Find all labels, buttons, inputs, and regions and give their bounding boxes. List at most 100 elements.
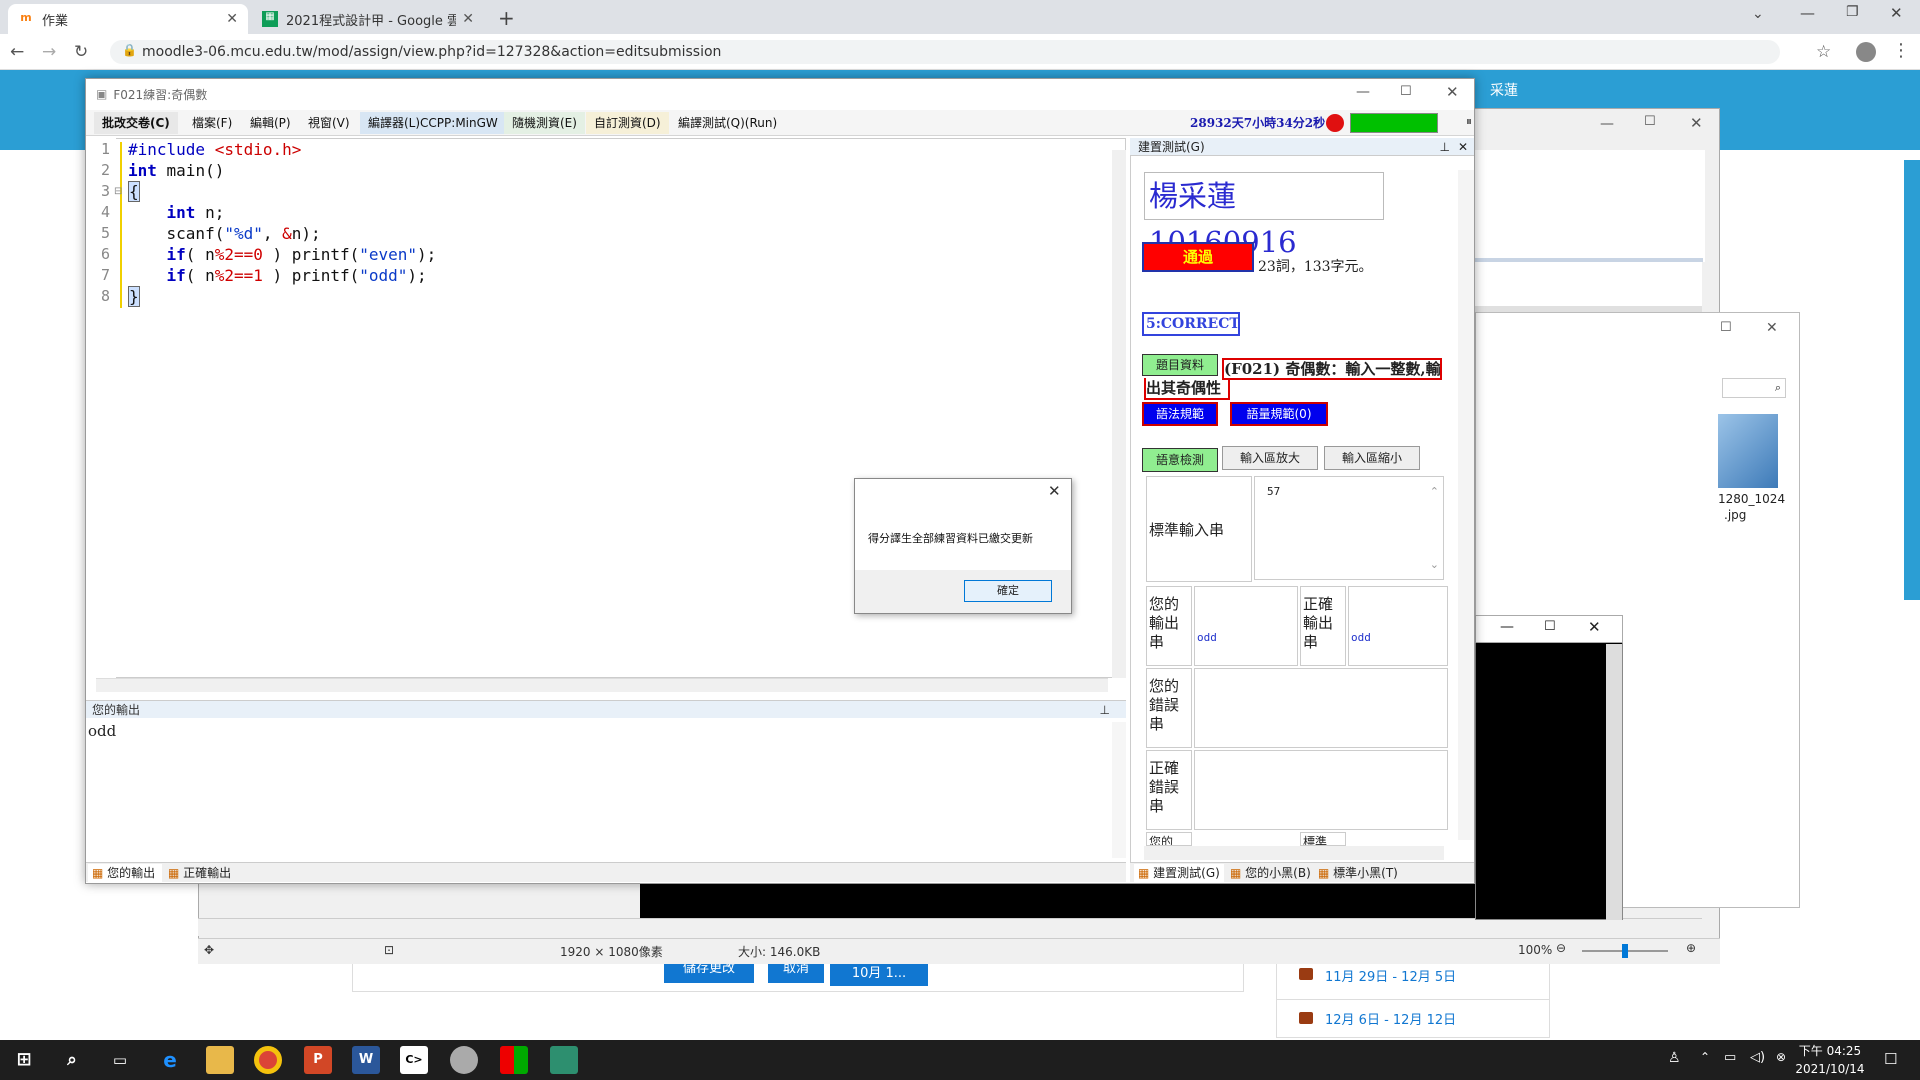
file-explorer-icon[interactable]	[206, 1046, 234, 1074]
week-list-item[interactable]: 12月 6日 - 12月 12日	[1276, 1000, 1550, 1038]
ime-icon[interactable]: ⊗	[1776, 1050, 1786, 1064]
menu-kebab-icon[interactable]: ⋮	[1892, 40, 1910, 61]
line-number: 6	[100, 245, 110, 263]
reload-icon[interactable]: ↻	[74, 40, 98, 64]
forward-icon[interactable]: →	[42, 40, 66, 64]
viewer-minimize-icon[interactable]: —	[1600, 116, 1614, 132]
image-thumbnail[interactable]	[1718, 414, 1778, 488]
tab-correct-output[interactable]: ▦ 正確輸出	[164, 864, 244, 882]
network-icon[interactable]: ▭	[1724, 1050, 1736, 1065]
panel-vscrollbar[interactable]	[1458, 170, 1474, 840]
browser-tab[interactable]: ▦ 2021程式設計甲 - Google 雲端試算表 ✕	[252, 4, 484, 34]
bookmark-star-icon[interactable]: ☆	[1816, 42, 1831, 62]
menu-custom-data[interactable]: 自訂測資(D)	[586, 112, 669, 134]
menu-compiler[interactable]: 編譯器(L)CCPP:MinGW	[360, 112, 506, 134]
viewer-close-icon[interactable]: ✕	[1690, 114, 1703, 132]
result-badge: 5:CORRECT	[1142, 312, 1240, 336]
ide-minimize-icon[interactable]: —	[1356, 84, 1370, 100]
tray-chevron-icon[interactable]: ⌃	[1700, 1050, 1710, 1064]
paint-icon[interactable]	[450, 1046, 478, 1074]
editor-hscrollbar[interactable]	[96, 678, 1108, 692]
tab-your-output[interactable]: ▦ 您的輸出	[88, 864, 162, 882]
sheets-favicon-icon: ▦	[262, 11, 278, 27]
menu-submit[interactable]: 批改交卷(C)	[94, 112, 178, 134]
window-icon: ▦	[1230, 866, 1242, 880]
tab-build-test[interactable]: ▦ 建置測試(G)	[1134, 864, 1224, 882]
ide-taskbar-icon[interactable]: C>	[400, 1046, 428, 1074]
taskbar	[0, 1040, 1920, 1080]
app-icon[interactable]	[500, 1046, 528, 1074]
input-zoom-in-button[interactable]: 輸入區放大	[1222, 446, 1318, 470]
close-tab-icon[interactable]: ✕	[226, 11, 238, 27]
explorer-close-icon[interactable]: ✕	[1766, 320, 1778, 336]
line-number: 5	[100, 224, 110, 242]
editor-vscrollbar[interactable]	[1112, 150, 1126, 678]
std-input-field[interactable]: 57 ⌃ ⌄	[1254, 476, 1444, 580]
restore-icon[interactable]: ❐	[1846, 4, 1859, 20]
start-icon[interactable]: ⊞	[10, 1046, 38, 1074]
menu-edit[interactable]: 編輯(P)	[242, 112, 299, 134]
zoom-in-icon[interactable]: ⊕	[1686, 941, 1696, 955]
edge-icon[interactable]: e	[156, 1046, 184, 1074]
semantic-rules-button[interactable]: 語量規範(0)	[1230, 402, 1328, 426]
scroll-down-icon[interactable]: ⌄	[1430, 558, 1439, 571]
minimize-icon[interactable]: —	[1800, 4, 1815, 22]
ide-close-icon[interactable]: ✕	[1446, 83, 1459, 101]
scroll-up-icon[interactable]: ⌃	[1430, 485, 1439, 498]
close-window-icon[interactable]: ✕	[1890, 4, 1903, 22]
your-output-label: 您的輸出串	[1146, 586, 1192, 666]
moodle-user-name[interactable]: 采蓮	[1490, 80, 1518, 100]
chrome-icon[interactable]	[254, 1046, 282, 1074]
console-close-icon[interactable]: ✕	[1588, 618, 1601, 636]
powerpoint-icon[interactable]: P	[304, 1046, 332, 1074]
menu-file[interactable]: 檔案(F)	[184, 112, 240, 134]
menu-compile-run[interactable]: 編譯測試(Q)(Run)	[670, 112, 785, 134]
volume-icon[interactable]: ◁)	[1750, 1050, 1765, 1065]
zoom-slider-thumb[interactable]	[1622, 944, 1628, 958]
image-viewer-icon[interactable]	[550, 1046, 578, 1074]
tab-std-console[interactable]: ▦ 標準小黑(T)	[1314, 864, 1406, 882]
syntax-rules-button[interactable]: 語法規範	[1142, 402, 1218, 426]
semantic-check-button[interactable]: 語意檢測	[1142, 448, 1218, 472]
new-tab-icon[interactable]: +	[498, 6, 515, 30]
menu-view[interactable]: 視窗(V)	[300, 112, 358, 134]
ide-maximize-icon[interactable]: ☐	[1400, 84, 1412, 99]
tab-search-icon[interactable]: ⌄	[1752, 6, 1764, 22]
panel-hscrollbar[interactable]	[1144, 846, 1444, 860]
taskbar-clock[interactable]: 下午 04:25 2021/10/14	[1790, 1042, 1870, 1078]
viewer-hscrollbar[interactable]	[198, 918, 1702, 936]
pin-icon[interactable]: ⊥	[1440, 138, 1450, 156]
zoom-out-icon[interactable]: ⊖	[1556, 941, 1566, 955]
explorer-search-input[interactable]: ⌕	[1722, 378, 1786, 398]
input-zoom-out-button[interactable]: 輸入區縮小	[1324, 446, 1420, 470]
people-icon[interactable]: ♙	[1668, 1050, 1681, 1066]
moodle-side-strip	[1904, 160, 1920, 600]
pin-icon[interactable]: ⊥	[1100, 701, 1110, 719]
console-maximize-icon[interactable]: ☐	[1544, 619, 1556, 634]
notifications-icon[interactable]: ☐	[1884, 1050, 1897, 1068]
url-field[interactable]: 🔒 moodle3-06.mcu.edu.tw/mod/assign/view.…	[110, 40, 1780, 64]
problem-info-button[interactable]: 題目資料	[1142, 354, 1218, 376]
menu-random-data[interactable]: 隨機測資(E)	[504, 112, 585, 134]
profile-avatar[interactable]	[1856, 42, 1876, 62]
search-icon[interactable]: ⌕	[58, 1046, 86, 1074]
back-icon[interactable]: ←	[10, 40, 34, 64]
viewer-maximize-icon[interactable]: ☐	[1644, 114, 1656, 129]
console-minimize-icon[interactable]: —	[1500, 619, 1514, 635]
output-vscrollbar[interactable]	[1112, 722, 1126, 858]
fold-icon[interactable]: ⊟	[114, 186, 122, 197]
panel-close-icon[interactable]: ✕	[1458, 138, 1468, 156]
task-view-icon[interactable]: ▭	[106, 1046, 134, 1074]
ok-button[interactable]: 確定	[964, 580, 1052, 602]
close-tab-icon[interactable]: ✕	[462, 11, 474, 27]
console-scrollbar[interactable]	[1606, 644, 1622, 920]
week-link[interactable]: 12月 6日 - 12月 12日	[1325, 1009, 1456, 1028]
browser-tab-active[interactable]: m 作業 ✕	[8, 4, 248, 34]
pause-icon[interactable]: ⏸	[1466, 114, 1472, 129]
tab-your-console[interactable]: ▦ 您的小黑(B)	[1226, 864, 1312, 882]
explorer-maximize-icon[interactable]: ☐	[1720, 320, 1732, 335]
week-list-item[interactable]: 11月 29日 - 12月 5日	[1276, 962, 1550, 1000]
word-icon[interactable]: W	[352, 1046, 380, 1074]
week-link[interactable]: 11月 29日 - 12月 5日	[1325, 966, 1456, 985]
dialog-close-icon[interactable]: ✕	[1048, 482, 1061, 500]
